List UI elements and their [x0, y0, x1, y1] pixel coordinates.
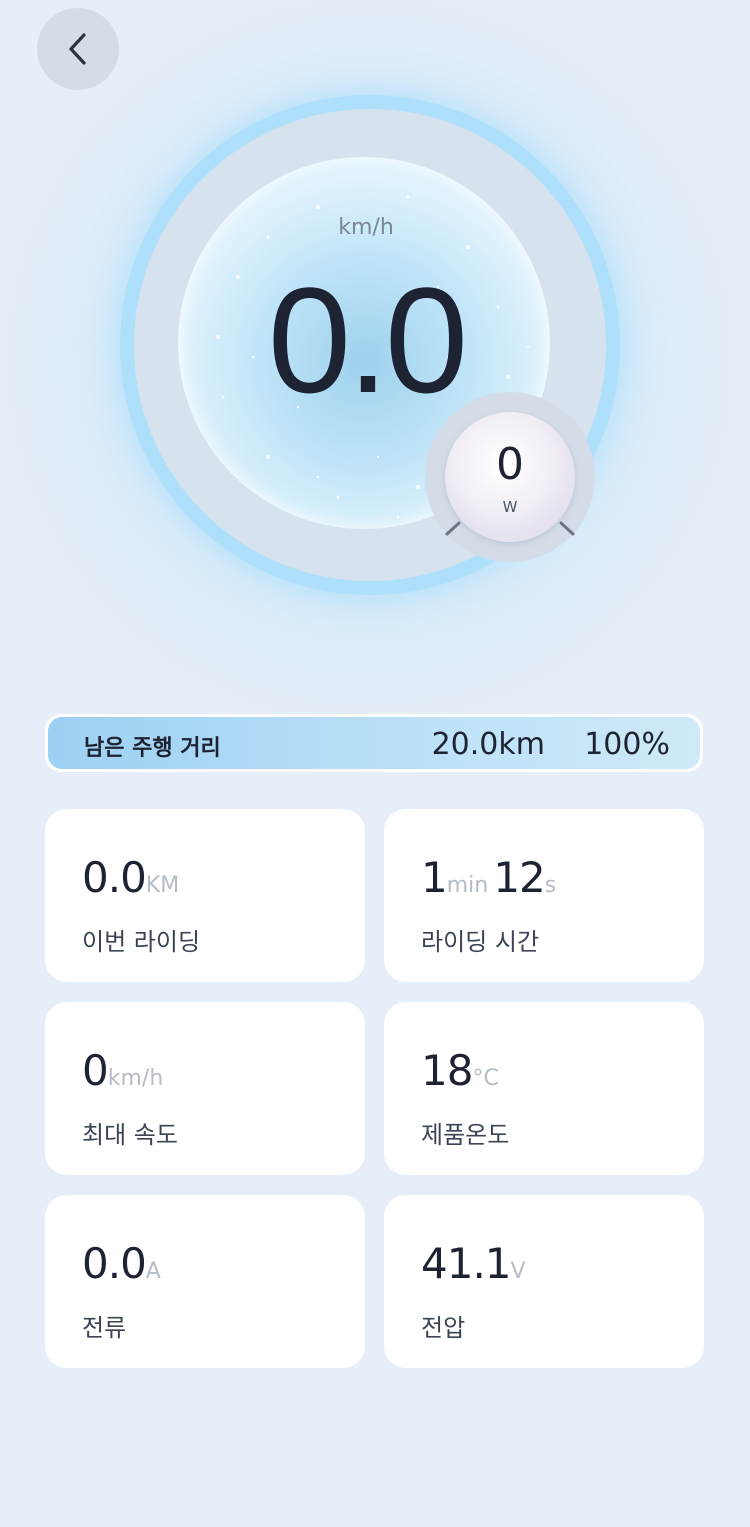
stat-card-product-temperature: 18°C 제품온도 [384, 1002, 704, 1175]
stat-value: 0 [82, 1046, 109, 1095]
stat-unit-minutes: min [446, 873, 489, 898]
range-distance: 20.0km [431, 727, 545, 762]
stat-value-line: 0.0KM [82, 853, 179, 902]
stat-card-ride-time: 1min 12s 라이딩 시간 [384, 809, 704, 982]
stat-unit: KM [145, 873, 180, 898]
speed-unit: km/h [338, 215, 394, 240]
power-unit: W [502, 498, 518, 516]
stat-value: 18 [421, 1046, 473, 1095]
stat-unit: km/h [107, 1066, 164, 1091]
stat-unit-seconds: s [544, 873, 557, 898]
stat-value-line: 41.1V [421, 1239, 526, 1288]
stat-label: 최대 속도 [82, 1121, 178, 1149]
remaining-range-bar: 남은 주행 거리 20.0km 100% [45, 714, 703, 772]
stat-value-line: 18°C [421, 1046, 499, 1095]
range-bar-fill: 남은 주행 거리 20.0km 100% [48, 717, 700, 769]
stat-card-ride-distance: 0.0KM 이번 라이딩 [45, 809, 365, 982]
chevron-left-icon [69, 33, 86, 65]
stat-value-minutes: 1 [421, 853, 448, 902]
stat-value-line: 1min 12s [421, 853, 556, 902]
stat-label: 이번 라이딩 [82, 928, 201, 956]
stat-value-line: 0km/h [82, 1046, 163, 1095]
stat-value-seconds: 12 [493, 853, 545, 902]
stat-value: 0.0 [82, 853, 147, 902]
range-label: 남은 주행 거리 [84, 736, 221, 761]
stat-label: 제품온도 [421, 1121, 510, 1149]
power-gauge: 0 W [425, 392, 595, 562]
stat-label: 라이딩 시간 [421, 928, 540, 956]
back-button[interactable] [37, 8, 119, 90]
stat-label: 전압 [421, 1314, 466, 1342]
power-value: 0 [496, 439, 524, 490]
stat-unit: V [510, 1259, 526, 1284]
stat-card-current: 0.0A 전류 [45, 1195, 365, 1368]
stat-value: 41.1 [421, 1239, 512, 1288]
stat-card-voltage: 41.1V 전압 [384, 1195, 704, 1368]
stat-unit: A [145, 1259, 161, 1284]
stat-unit: °C [472, 1066, 499, 1091]
stat-card-max-speed: 0km/h 최대 속도 [45, 1002, 365, 1175]
battery-percent: 100% [584, 727, 670, 762]
stat-value-line: 0.0A [82, 1239, 161, 1288]
stat-value: 0.0 [82, 1239, 147, 1288]
stat-label: 전류 [82, 1314, 127, 1342]
